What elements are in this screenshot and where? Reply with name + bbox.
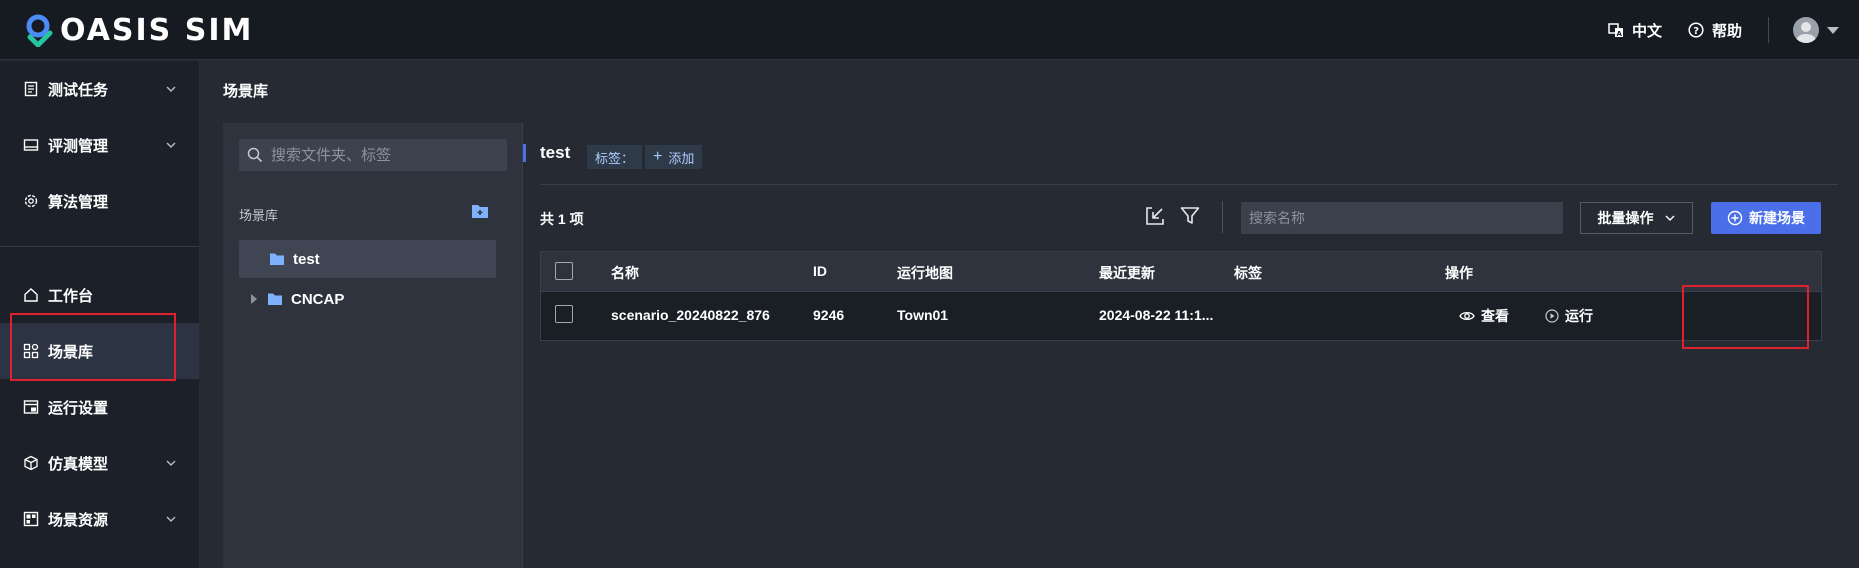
sidebar-item-run-settings[interactable]: 运行设置 <box>0 379 199 435</box>
help-label: 帮助 <box>1711 22 1742 40</box>
help-link[interactable]: ? 帮助 <box>1688 20 1742 41</box>
select-all-checkbox[interactable] <box>555 262 573 280</box>
folder-icon <box>267 292 283 306</box>
plus-circle-icon <box>1727 210 1743 226</box>
run-settings-icon <box>22 398 40 416</box>
svg-text:?: ? <box>1693 26 1699 37</box>
logo-text: OASIS SIM <box>60 12 254 48</box>
language-switch[interactable]: A 中文 <box>1608 20 1662 41</box>
column-header-name: 名称 <box>611 265 639 281</box>
chevron-down-icon <box>166 460 176 466</box>
search-icon <box>247 147 263 163</box>
chevron-down-icon <box>1665 215 1674 221</box>
home-icon <box>22 286 40 304</box>
sidebar-item-evaluation[interactable]: 评测管理 <box>0 117 199 173</box>
import-icon[interactable] <box>1144 205 1166 227</box>
chevron-down-icon <box>166 86 176 92</box>
batch-label: 批量操作 <box>1597 210 1654 226</box>
cell-map: Town01 <box>897 307 949 323</box>
name-search-input[interactable] <box>1241 202 1563 234</box>
tree-node-label: test <box>293 250 320 268</box>
help-icon: ? <box>1688 22 1704 38</box>
page-title: 场景库 <box>223 83 269 100</box>
add-tag-label: 添加 <box>668 150 695 166</box>
sidebar-item-sim-model[interactable]: 仿真模型 <box>0 435 199 491</box>
sidebar-item-label: 场景资源 <box>48 511 109 529</box>
logo-icon <box>26 14 53 47</box>
logo[interactable]: OASIS SIM <box>24 12 253 48</box>
table-row[interactable]: scenario_20240822_876 9246 Town01 2024-0… <box>541 292 1821 340</box>
resource-grid-icon <box>22 510 40 528</box>
tree-node-test[interactable]: test <box>239 240 496 278</box>
sidebar-item-label: 工作台 <box>48 287 94 305</box>
folder-tree-panel: 场景库 test CNCAP <box>223 123 523 568</box>
scenario-table: 名称 ID 运行地图 最近更新 标签 操作 scenario_20240822_… <box>540 251 1822 341</box>
new-scenario-button[interactable]: 新建场景 <box>1711 202 1821 234</box>
row-checkbox[interactable] <box>555 305 573 323</box>
translate-icon: A <box>1608 22 1624 38</box>
task-icon <box>22 80 40 98</box>
filter-icon[interactable] <box>1179 205 1201 227</box>
folder-search-input[interactable] <box>239 139 507 171</box>
user-avatar[interactable] <box>1793 17 1819 43</box>
add-tag-button[interactable]: + 添加 <box>645 145 703 169</box>
content-panel: test 标签： + 添加 共 1 项 批量操作 新建场景 名称 ID 运行地图… <box>522 123 1838 568</box>
sidebar-item-test-tasks[interactable]: 测试任务 <box>0 61 199 117</box>
algorithm-gear-icon <box>22 192 40 210</box>
batch-operation-dropdown[interactable]: 批量操作 <box>1580 202 1693 234</box>
run-label: 运行 <box>1565 308 1593 324</box>
chevron-down-icon <box>166 142 176 148</box>
tree-node-cncap[interactable]: CNCAP <box>239 280 496 318</box>
view-button[interactable]: 查看 <box>1459 306 1509 326</box>
run-button[interactable]: 运行 <box>1545 306 1593 326</box>
sidebar-item-label: 测试任务 <box>48 81 109 99</box>
title-accent-bar <box>523 144 526 162</box>
column-header-id: ID <box>813 263 827 279</box>
view-label: 查看 <box>1481 308 1509 324</box>
column-header-actions: 操作 <box>1445 265 1473 281</box>
toolbar-divider <box>1222 201 1223 233</box>
cell-name: scenario_20240822_876 <box>611 307 770 323</box>
add-folder-icon[interactable] <box>471 203 489 219</box>
play-circle-icon <box>1545 309 1559 323</box>
sidebar-item-label: 运行设置 <box>48 399 109 417</box>
sidebar-item-algorithm[interactable]: 算法管理 <box>0 173 199 229</box>
item-count: 共 1 项 <box>540 211 584 227</box>
folder-title: test <box>540 143 571 162</box>
tree-title: 场景库 <box>239 208 279 223</box>
highlight-box-sidebar <box>10 313 176 381</box>
sidebar-item-label: 算法管理 <box>48 193 109 211</box>
svg-text:A: A <box>1616 30 1622 38</box>
folder-icon <box>269 252 285 266</box>
cell-id: 9246 <box>813 307 845 323</box>
highlight-box-run <box>1682 285 1809 349</box>
topbar-divider <box>1768 17 1769 43</box>
eye-icon <box>1459 309 1475 323</box>
column-header-tags: 标签 <box>1234 265 1262 281</box>
caret-down-icon[interactable] <box>1827 26 1839 34</box>
table-header: 名称 ID 运行地图 最近更新 标签 操作 <box>541 252 1821 292</box>
top-bar: OASIS SIM A 中文 ? 帮助 <box>0 0 1859 60</box>
evaluation-icon <box>22 136 40 154</box>
new-scenario-label: 新建场景 <box>1749 210 1805 226</box>
tag-label: 标签： <box>587 145 643 169</box>
sidebar-divider <box>0 246 199 247</box>
divider <box>540 184 1838 185</box>
language-label: 中文 <box>1631 22 1662 40</box>
cell-updated: 2024-08-22 11:1... <box>1099 307 1214 323</box>
tree-node-label: CNCAP <box>291 290 345 308</box>
sidebar-item-scenario-resources[interactable]: 场景资源 <box>0 491 199 547</box>
plus-icon: + <box>653 148 663 165</box>
column-header-map: 运行地图 <box>897 265 953 281</box>
chevron-down-icon <box>166 516 176 522</box>
cube-icon <box>22 454 40 472</box>
column-header-updated: 最近更新 <box>1099 265 1155 281</box>
sidebar-item-label: 评测管理 <box>48 137 109 155</box>
caret-right-icon[interactable] <box>251 294 257 304</box>
sidebar-item-label: 仿真模型 <box>48 455 109 473</box>
